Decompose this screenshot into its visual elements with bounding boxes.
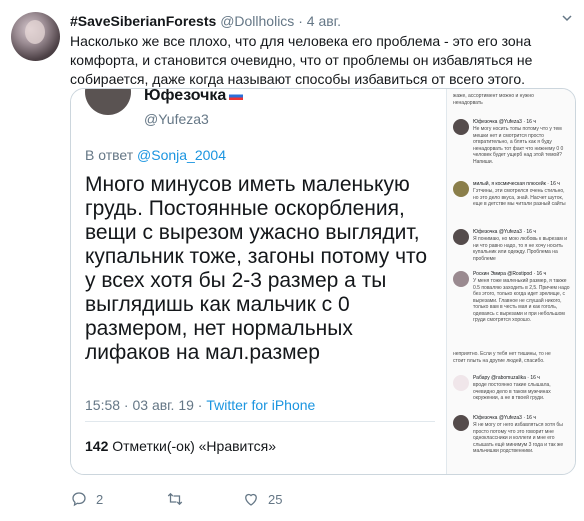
comment-avatar — [453, 375, 469, 391]
reply-count: 2 — [96, 491, 104, 507]
comment-avatar — [453, 271, 469, 287]
quoted-tweet-screenshot: Юфезочка @Yufeza3 В ответ @Sonja_2004 Мн… — [71, 89, 446, 474]
side-comment-name: Юфезочка @Yufeza3 · 16 ч — [473, 229, 536, 235]
side-comment-text: У меня тоже маленький размер, я также 0.… — [473, 278, 570, 323]
side-comment-text: неприятно. Если у тебя нет тишины, то не… — [453, 351, 551, 364]
chevron-down-icon[interactable] — [560, 12, 574, 26]
quoted-display-name: Юфезочка — [144, 88, 244, 105]
like-count: 25 — [268, 491, 283, 507]
side-comment-name: Юфезочка @Yufeza3 · 16 ч — [473, 415, 536, 421]
side-comment-text: Я понимаю, но мою любовь к вырезам и ни … — [473, 236, 568, 262]
quoted-body: Много минусов иметь маленькую грудь. Пос… — [85, 173, 428, 364]
side-comment-text: Гэтчины, эти смотрелся очень стильно, но… — [473, 188, 566, 207]
reply-icon — [72, 492, 86, 507]
avatar[interactable] — [11, 12, 60, 61]
comment-avatar — [453, 119, 469, 135]
tweet-actions: 2 25 — [70, 490, 370, 510]
quoted-name-text: Юфезочка — [144, 88, 227, 104]
reply-button[interactable]: 2 — [70, 490, 103, 508]
quoted-reply-to: В ответ @Sonja_2004 — [85, 147, 226, 163]
quoted-handle: @Yufeza3 — [144, 111, 209, 127]
display-name[interactable]: #SaveSiberianForests — [70, 13, 216, 29]
tweet-header: #SaveSiberianForests @Dollholics · 4 авг… — [70, 12, 341, 30]
quoted-client: Twitter for iPhone — [206, 397, 316, 413]
quoted-avatar — [85, 89, 131, 115]
side-comments-panel: жаже, ассортимент можно и нужно ненадорв… — [446, 89, 575, 474]
quoted-stats-label: Отметки(-ок) «Нравится» — [112, 438, 276, 454]
comment-avatar — [453, 415, 469, 431]
side-comment-name: Рабару @rabomuzalika · 16 ч — [473, 375, 540, 381]
tweet-time[interactable]: 4 авг. — [307, 13, 341, 29]
attached-image[interactable]: Юфезочка @Yufeza3 В ответ @Sonja_2004 Мн… — [70, 88, 576, 475]
side-comment-name: Роскин Эмира @Rostipod · 16 ч — [473, 271, 547, 277]
retweet-button[interactable] — [166, 490, 192, 508]
divider — [85, 421, 435, 422]
side-comment-text: Не могу носить топы потому что у тем меш… — [473, 126, 564, 165]
side-comment-name: милый, я космическая плюсейк · 16 ч — [473, 181, 560, 187]
heart-icon — [245, 493, 257, 506]
side-comment-name: Юфезочка @Yufeza3 · 16 ч — [473, 119, 536, 125]
retweet-icon — [167, 492, 183, 506]
quoted-retweets: 142 — [85, 438, 109, 454]
side-comment-text: вроде постоянно такие слышала, очевидно … — [473, 382, 551, 401]
quoted-time: 15:58 · 03 авг. 19 · — [85, 397, 203, 413]
comment-avatar — [453, 229, 469, 245]
separator-dot: · — [298, 13, 303, 29]
reply-to-handle: @Sonja_2004 — [137, 147, 226, 163]
side-comment-text: жаже, ассортимент можно и нужно ненадорв… — [453, 93, 534, 106]
side-comment-text: Я не могу от него избавляться хотя бы пр… — [473, 422, 564, 454]
quoted-meta: 15:58 · 03 авг. 19 · Twitter for iPhone — [85, 397, 315, 413]
flag-icon — [229, 91, 244, 100]
reply-prefix: В ответ — [85, 147, 134, 163]
user-handle[interactable]: @Dollholics — [220, 13, 294, 29]
tweet[interactable]: #SaveSiberianForests @Dollholics · 4 авг… — [0, 0, 584, 521]
comment-avatar — [453, 181, 469, 197]
like-button[interactable]: 25 — [242, 490, 282, 508]
quoted-stats: 142 Отметки(-ок) «Нравится» — [85, 438, 276, 454]
tweet-text: Насколько же все плохо, что для человека… — [70, 33, 533, 87]
